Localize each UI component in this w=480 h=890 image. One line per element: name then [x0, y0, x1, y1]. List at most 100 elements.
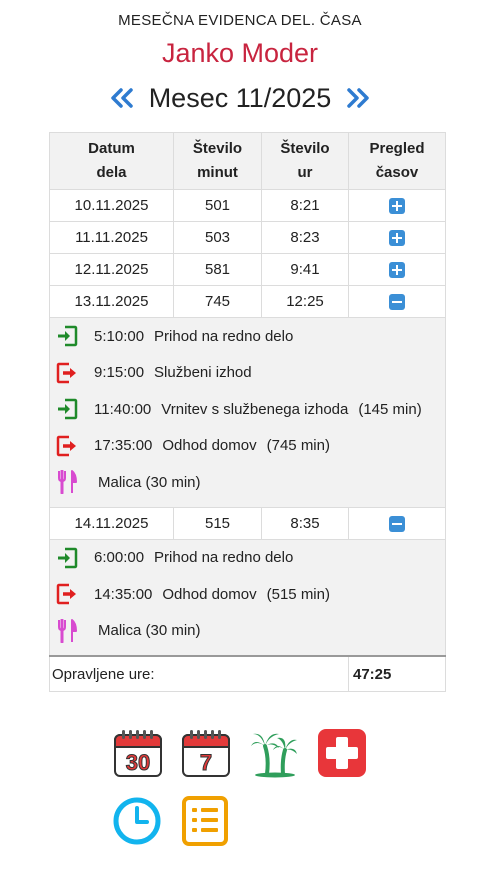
time-entry: Malica (30 min)	[50, 464, 445, 501]
check-in-icon	[58, 326, 78, 347]
header-review: Pregled časov	[348, 132, 446, 190]
entry-label: Prihod na redno delo	[154, 327, 294, 345]
time-entry: 6:00:00 Prihod na redno delo	[50, 540, 445, 577]
clock-icon[interactable]	[112, 796, 162, 846]
entry-label: Vrnitev s službenega izhoda	[161, 400, 349, 418]
check-in-icon	[58, 399, 78, 420]
toggle-cell	[348, 285, 446, 318]
vacation-palm-icon[interactable]	[249, 728, 299, 778]
table-header-row: Datum dela Število minut Število ur Preg…	[49, 132, 446, 190]
check-in-icon	[58, 547, 78, 568]
day-minutes: 515	[173, 506, 262, 540]
day-date: 11.11.2025	[49, 221, 174, 254]
time-entry: 9:15:00 Službeni izhod	[50, 355, 445, 392]
toggle-cell	[348, 189, 446, 222]
collapse-day-button[interactable]	[389, 515, 405, 532]
sick-leave-cross-icon[interactable]	[317, 728, 367, 778]
double-chevron-right-icon	[347, 88, 370, 108]
check-out-icon	[56, 584, 76, 605]
detail-cell: 5:10:00 Prihod na redno delo 9:15:00 Službe…	[49, 317, 446, 508]
day-date: 14.11.2025	[49, 506, 174, 540]
expand-day-button[interactable]	[389, 198, 405, 215]
detail-row: 6:00:00 Prihod na redno delo 14:35:00 Odhod…	[49, 538, 446, 657]
total-row: Opravljene ure: 47:25	[49, 655, 446, 692]
entry-duration: (145 min)	[358, 400, 422, 418]
toolbar-row-2	[0, 796, 480, 846]
time-entry: 14:35:00 Odhod domov (515 min)	[50, 576, 445, 613]
day-date: 12.11.2025	[49, 253, 174, 286]
detail-cell: 6:00:00 Prihod na redno delo 14:35:00 Odhod…	[49, 538, 446, 657]
check-in-icon	[54, 398, 80, 420]
day-date: 10.11.2025	[49, 189, 174, 222]
time-entry: 5:10:00 Prihod na redno delo	[50, 318, 445, 355]
svg-text:7: 7	[200, 750, 212, 775]
double-chevron-left-icon	[110, 88, 133, 108]
entry-label: Malica (30 min)	[98, 622, 201, 640]
meal-utensils-icon	[58, 470, 77, 495]
toggle-cell	[348, 221, 446, 254]
day-minutes: 501	[173, 189, 262, 222]
entry-time: 9:15:00	[94, 364, 145, 382]
entry-label: Odhod domov	[162, 437, 257, 455]
entry-time: 5:10:00	[94, 327, 145, 345]
day-minutes: 745	[173, 285, 262, 318]
header-hours: Število ur	[261, 132, 349, 190]
time-entry: Malica (30 min)	[50, 613, 445, 650]
next-month-button[interactable]	[345, 85, 371, 111]
table-row: 13.11.2025 745 12:25	[49, 285, 446, 318]
entry-label: Odhod domov	[162, 585, 257, 603]
entry-label: Prihod na redno delo	[154, 549, 294, 567]
check-out-icon	[56, 362, 76, 383]
user-name: Janko Moder	[161, 38, 319, 68]
day-minutes: 503	[173, 221, 262, 254]
entry-time: 17:35:00	[94, 437, 153, 455]
header-date: Datum dela	[49, 132, 174, 190]
toolbar-row-1: 30 7	[0, 728, 480, 778]
day-hours: 8:23	[261, 221, 349, 254]
prev-month-button[interactable]	[109, 85, 135, 111]
day-hours: 12:25	[261, 285, 349, 318]
check-in-icon	[54, 325, 80, 347]
detail-row: 5:10:00 Prihod na redno delo 9:15:00 Službe…	[49, 317, 446, 508]
entry-time: 14:35:00	[94, 585, 153, 603]
time-entry: 17:35:00 Odhod domov (745 min)	[50, 428, 445, 465]
meal-utensils-icon	[54, 470, 80, 495]
month-label: Mesec 11/2025	[148, 82, 332, 113]
day-hours: 8:35	[261, 506, 349, 540]
day-date: 13.11.2025	[49, 285, 174, 318]
toggle-cell	[348, 506, 446, 540]
toggle-cell	[348, 253, 446, 286]
table-row: 11.11.2025 503 8:23	[49, 221, 446, 254]
check-out-icon	[54, 362, 80, 384]
page-subtitle: MESEČNA EVIDENCA DEL. ČASA	[118, 12, 362, 29]
time-entry: 11:40:00 Vrnitev s službenega izhoda (145 …	[50, 391, 445, 428]
check-out-icon	[54, 583, 80, 605]
day-minutes: 581	[173, 253, 262, 286]
total-label: Opravljene ure:	[49, 655, 349, 692]
table-row: 12.11.2025 581 9:41	[49, 253, 446, 286]
entry-label: Službeni izhod	[154, 364, 252, 382]
calendar-month-icon[interactable]: 30	[113, 728, 163, 778]
collapse-day-button[interactable]	[389, 294, 405, 311]
check-out-icon	[54, 435, 80, 457]
entry-time: 6:00:00	[94, 549, 145, 567]
table-row: 14.11.2025 515 8:35	[49, 506, 446, 540]
check-in-icon	[54, 547, 80, 569]
meal-utensils-icon	[54, 618, 80, 643]
entry-label: Malica (30 min)	[98, 473, 201, 491]
day-hours: 9:41	[261, 253, 349, 286]
expand-day-button[interactable]	[389, 262, 405, 279]
day-hours: 8:21	[261, 189, 349, 222]
expand-day-button[interactable]	[389, 230, 405, 247]
check-out-icon	[56, 435, 76, 456]
meal-utensils-icon	[58, 618, 77, 643]
calendar-week-icon[interactable]: 7	[181, 728, 231, 778]
entry-time: 11:40:00	[94, 400, 152, 418]
entry-duration: (745 min)	[266, 437, 330, 455]
list-icon[interactable]	[180, 796, 230, 846]
entry-duration: (515 min)	[266, 585, 330, 603]
svg-text:30: 30	[126, 750, 150, 775]
total-value: 47:25	[348, 655, 446, 692]
table-row: 10.11.2025 501 8:21	[49, 189, 446, 222]
time-records-table: Datum dela Število minut Število ur Preg…	[49, 132, 446, 692]
